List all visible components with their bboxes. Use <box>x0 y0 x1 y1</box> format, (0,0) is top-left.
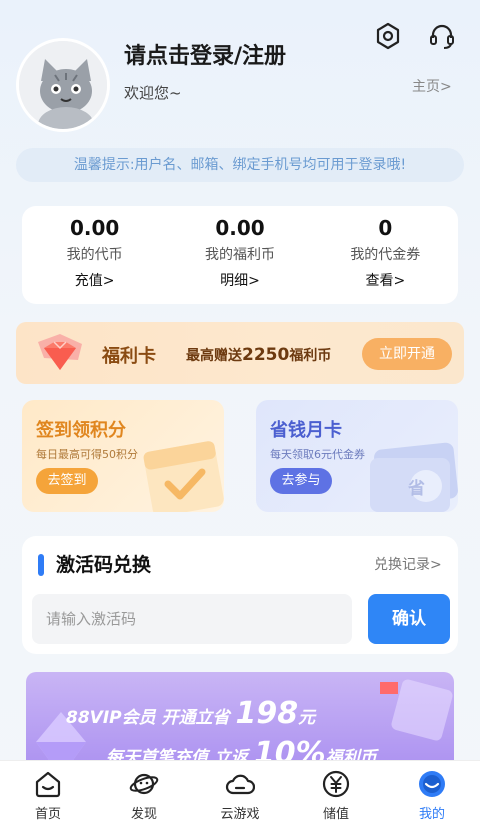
yen-icon <box>322 770 350 798</box>
nav-home[interactable]: 首页 <box>0 761 96 825</box>
tokens-value: 0.00 <box>69 216 120 240</box>
wallet-tokens: 0.00 我的代币 充值> <box>22 206 167 304</box>
monthly-card-title: 省钱月卡 <box>270 420 342 441</box>
view-vouchers-link[interactable]: 查看> <box>313 270 458 290</box>
bottom-nav: 首页 发现 云游戏 储值 我的 <box>0 760 480 825</box>
monthly-card[interactable]: 省 省钱月卡 每天领取6元代金券 去参与 <box>256 400 458 512</box>
login-tip-bar: 温馨提示:用户名、邮箱、绑定手机号均可用于登录哦! <box>16 148 464 182</box>
nav-cloud-game[interactable]: 云游戏 <box>192 761 288 825</box>
vip-line-1-text: 88VIP会员 开通立省 <box>66 708 230 728</box>
gift-icon <box>380 679 453 741</box>
sign-in-title: 签到领积分 <box>36 420 126 441</box>
home-icon <box>35 771 61 798</box>
nav-profile[interactable]: 我的 <box>384 761 480 825</box>
profile-icon <box>419 771 445 797</box>
cloud-icon <box>225 774 255 795</box>
settings-icon[interactable] <box>374 22 402 50</box>
join-button[interactable]: 去参与 <box>270 468 332 494</box>
confirm-button[interactable]: 确认 <box>368 594 450 644</box>
vip-saving-amount: 198 <box>235 696 299 731</box>
redeem-title: 激活码兑换 <box>56 554 152 576</box>
nav-discover-label: 发现 <box>130 807 157 822</box>
recharge-link[interactable]: 充值> <box>22 270 167 290</box>
planet-icon <box>129 773 159 795</box>
welcome-text: 欢迎您~ <box>124 84 182 102</box>
nav-recharge[interactable]: 储值 <box>288 761 384 825</box>
cat-avatar-icon <box>19 41 107 129</box>
welfare-sub-suffix: 福利币 <box>289 348 332 364</box>
welfare-coins-value: 0.00 <box>215 216 265 240</box>
customer-service-icon[interactable] <box>428 22 456 50</box>
sign-in-subtitle: 每日最高可得50积分 <box>36 448 138 461</box>
monthly-card-subtitle: 每天领取6元代金券 <box>270 448 365 461</box>
activation-code-input[interactable] <box>32 594 352 644</box>
welfare-card-banner[interactable]: 福利卡 最高赠送2250福利币 立即开通 <box>16 322 464 384</box>
vouchers-value: 0 <box>378 216 393 240</box>
calendar-check-icon <box>143 441 224 512</box>
nav-cloud-game-label: 云游戏 <box>220 807 260 822</box>
wallet-welfare-coins: 0.00 我的福利币 明细> <box>167 206 312 304</box>
welfare-coins-label: 我的福利币 <box>204 247 275 263</box>
nav-profile-label: 我的 <box>418 807 445 822</box>
nav-recharge-label: 储值 <box>322 807 349 822</box>
save-coin-char: 省 <box>408 479 425 499</box>
open-now-button[interactable]: 立即开通 <box>362 338 452 370</box>
avatar[interactable] <box>16 38 110 132</box>
redeem-history-link[interactable]: 兑换记录> <box>374 554 442 574</box>
tokens-label: 我的代币 <box>66 247 123 263</box>
vouchers-label: 我的代金券 <box>350 247 421 263</box>
diamond-icon <box>38 334 82 370</box>
wallet-panel: 0.00 我的代币 充值> 0.00 我的福利币 明细> 0 我的代金券 查看> <box>22 206 458 304</box>
vip-line-1: 88VIP会员 开通立省 198元 <box>66 696 315 731</box>
section-marker <box>38 554 44 576</box>
welfare-card-subtitle: 最高赠送2250福利币 <box>186 345 331 365</box>
vip-line-1-unit: 元 <box>298 708 316 728</box>
redeem-panel: 激活码兑换 兑换记录> 确认 <box>22 536 458 654</box>
welfare-card-title: 福利卡 <box>102 346 156 367</box>
details-link[interactable]: 明细> <box>167 270 312 290</box>
sign-in-card[interactable]: 签到领积分 每日最高可得50积分 去签到 <box>22 400 224 512</box>
wallet-vouchers: 0 我的代金券 查看> <box>313 206 458 304</box>
login-register-title[interactable]: 请点击登录/注册 <box>124 38 286 70</box>
nav-home-label: 首页 <box>34 807 61 822</box>
nav-discover[interactable]: 发现 <box>96 761 192 825</box>
welfare-sub-prefix: 最高赠送 <box>186 348 242 364</box>
welfare-sub-amount: 2250 <box>242 345 290 365</box>
go-sign-in-button[interactable]: 去签到 <box>36 468 98 494</box>
home-page-link[interactable]: 主页> <box>412 76 452 96</box>
